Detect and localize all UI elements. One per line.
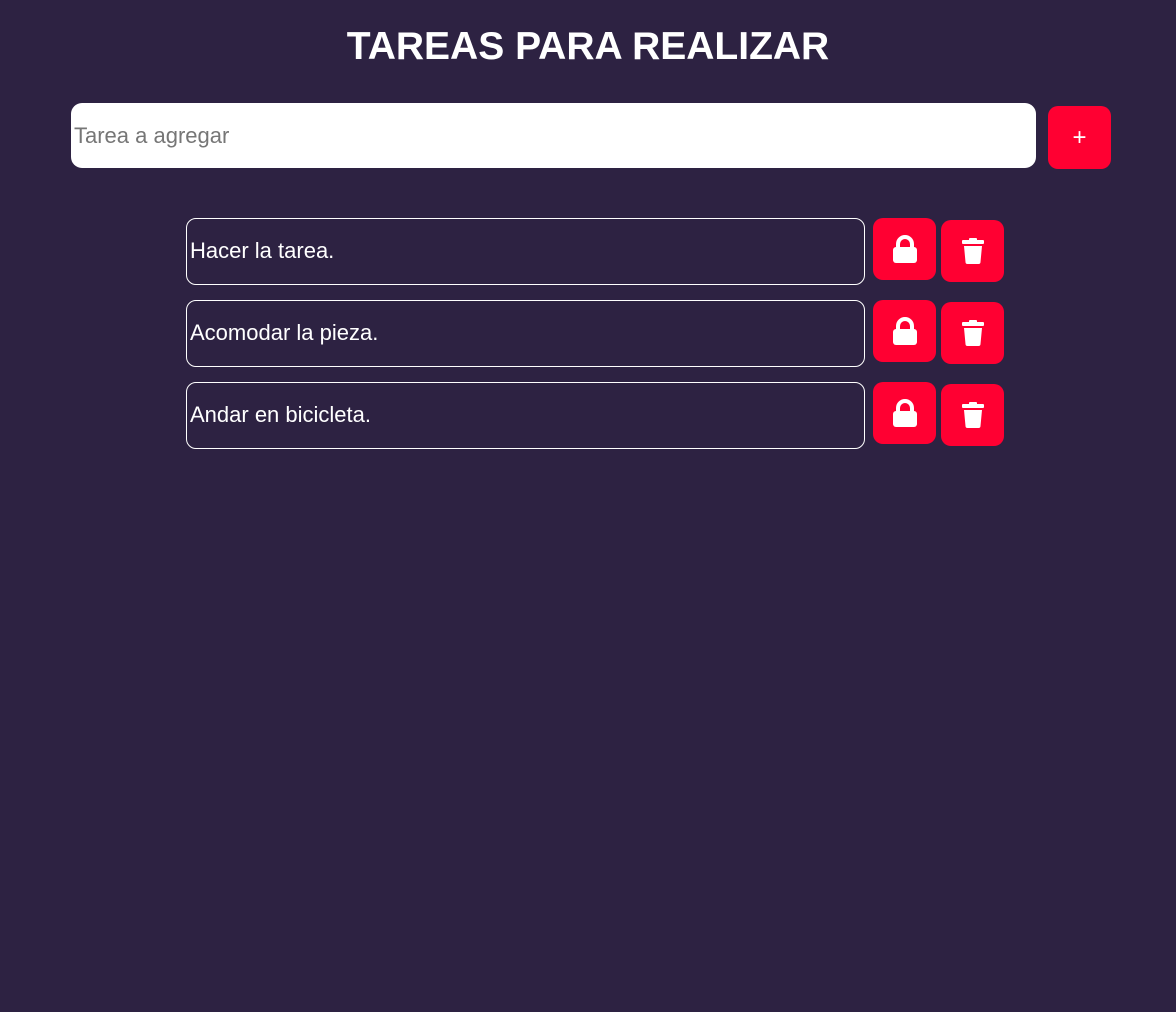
lock-task-button[interactable]: [873, 300, 936, 362]
lock-icon: [892, 399, 917, 427]
lock-icon: [892, 317, 917, 345]
task-text: Andar en bicicleta.: [186, 382, 865, 449]
add-task-form: +: [71, 103, 1111, 169]
delete-task-button[interactable]: [941, 302, 1004, 364]
trash-icon: [961, 238, 984, 264]
add-task-button[interactable]: +: [1048, 106, 1111, 169]
delete-task-button[interactable]: [941, 384, 1004, 446]
task-input[interactable]: [71, 103, 1036, 168]
trash-icon: [961, 320, 984, 346]
task-item: Acomodar la pieza.: [186, 300, 1006, 367]
task-text: Acomodar la pieza.: [186, 300, 865, 367]
page-title: TAREAS PARA REALIZAR: [346, 25, 830, 68]
trash-icon: [961, 402, 984, 428]
task-list: Hacer la tarea. Acomodar la pieza. Andar…: [186, 218, 1006, 464]
lock-icon: [892, 235, 917, 263]
task-item: Andar en bicicleta.: [186, 382, 1006, 449]
task-text: Hacer la tarea.: [186, 218, 865, 285]
task-item: Hacer la tarea.: [186, 218, 1006, 285]
todo-app: TAREAS PARA REALIZAR + Hacer la tarea.: [0, 0, 1176, 1012]
delete-task-button[interactable]: [941, 220, 1004, 282]
lock-task-button[interactable]: [873, 382, 936, 444]
lock-task-button[interactable]: [873, 218, 936, 280]
